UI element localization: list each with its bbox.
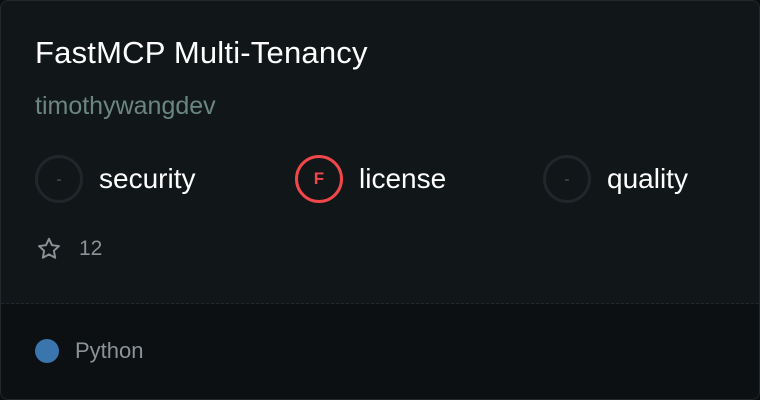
star-count: 12 xyxy=(79,237,103,260)
score-license: F license xyxy=(295,155,446,203)
score-quality: - quality xyxy=(543,155,688,203)
security-grade-badge: - xyxy=(35,155,83,203)
quality-grade-badge: - xyxy=(543,155,591,203)
language-name: Python xyxy=(75,338,144,363)
license-grade-badge: F xyxy=(295,155,343,203)
star-count-group[interactable]: 12 xyxy=(35,235,102,263)
repo-title[interactable]: FastMCP Multi-Tenancy xyxy=(35,35,368,71)
language-indicator: Python xyxy=(35,338,144,364)
star-outline-icon xyxy=(35,235,63,263)
repo-owner[interactable]: timothywangdev xyxy=(35,92,216,121)
security-label: security xyxy=(99,163,196,194)
quality-label: quality xyxy=(607,163,688,194)
score-security: - security xyxy=(35,155,195,203)
license-label: license xyxy=(359,163,447,194)
language-color-dot xyxy=(35,339,59,363)
card-footer: Python xyxy=(1,304,759,399)
repo-card[interactable]: FastMCP Multi-Tenancy timothywangdev - s… xyxy=(0,0,760,400)
